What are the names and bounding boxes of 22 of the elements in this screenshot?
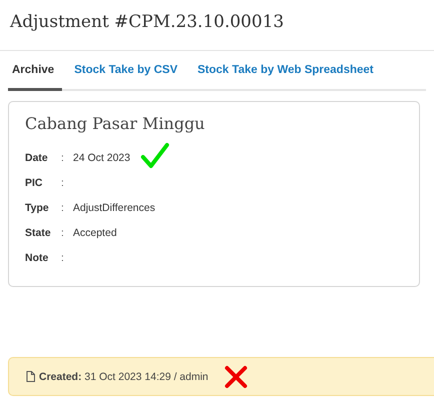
field-value: AdjustDifferences [73,202,156,214]
field-label: Type [25,202,50,214]
tab[interactable]: Stock Take by Web Spreadsheet [194,51,382,91]
card-title: Cabang Pasar Minggu [25,114,205,133]
created-info: Created: 31 Oct 2023 14:29 / admin [39,370,208,382]
field-separator: : [61,152,65,164]
field-separator: : [61,252,65,264]
cross-mark-icon [224,364,248,388]
field-separator: : [61,176,65,188]
document-icon [26,371,35,382]
check-mark-icon [140,142,170,170]
field-label: Date [25,152,49,164]
field-value: 24 Oct 2023 [73,152,130,164]
field-label: State [25,226,52,238]
tab[interactable]: Stock Take by CSV [70,51,186,91]
field-separator: : [61,226,65,238]
page-title: Adjustment #CPM.23.10.00013 [10,12,284,32]
tab[interactable]: Archive [8,51,62,91]
field-label: Note [25,252,50,264]
field-label: PIC [25,176,44,188]
field-value: Accepted [73,226,117,238]
field-separator: : [61,202,65,214]
